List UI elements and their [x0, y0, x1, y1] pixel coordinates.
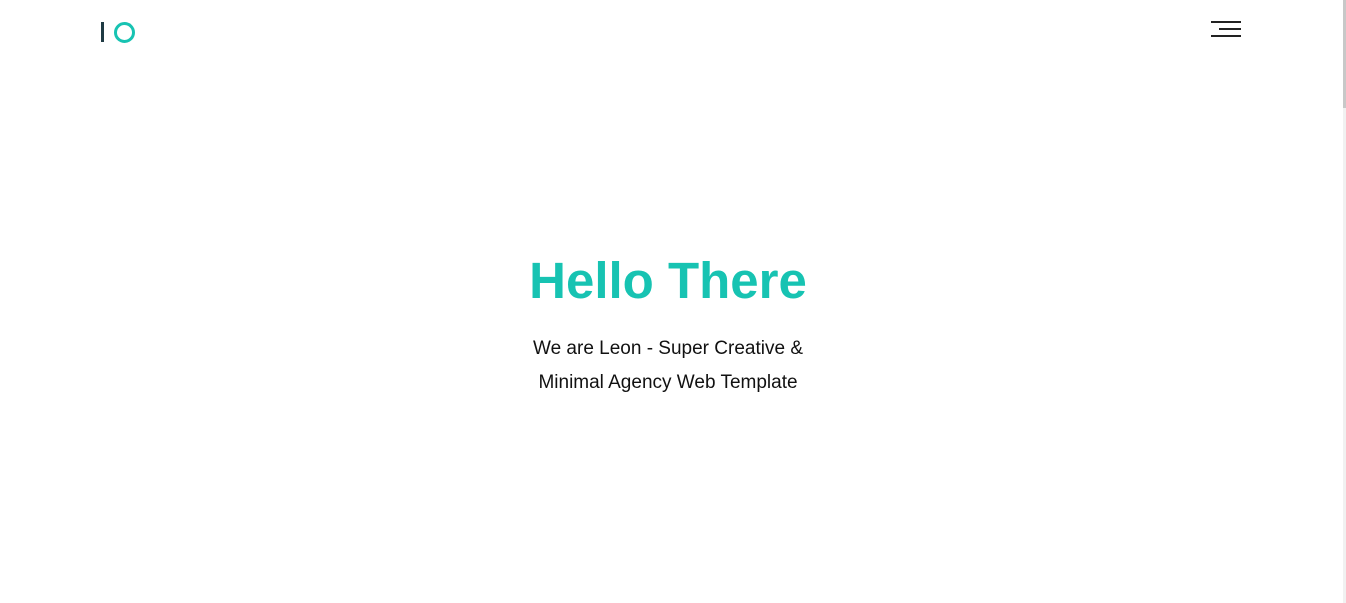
hero-title: Hello There — [529, 252, 807, 309]
hero-subtitle: We are Leon - Super Creative & Minimal A… — [488, 332, 848, 400]
menu-line-top — [1211, 21, 1241, 23]
menu-line-bottom — [1211, 35, 1241, 37]
hero-subtitle-line1: We are Leon - Super Creative & — [532, 338, 803, 359]
logo-ring-icon — [114, 22, 135, 43]
logo[interactable] — [101, 21, 135, 43]
logo-bar-icon — [101, 22, 104, 42]
hero-subtitle-line2: Minimal Agency Web Template — [538, 372, 798, 393]
page: Hello There We are Leon - Super Creative… — [0, 0, 1346, 603]
hamburger-menu-icon[interactable] — [1207, 19, 1241, 41]
hero-section: Hello There We are Leon - Super Creative… — [0, 250, 1336, 400]
menu-line-middle — [1219, 28, 1241, 30]
